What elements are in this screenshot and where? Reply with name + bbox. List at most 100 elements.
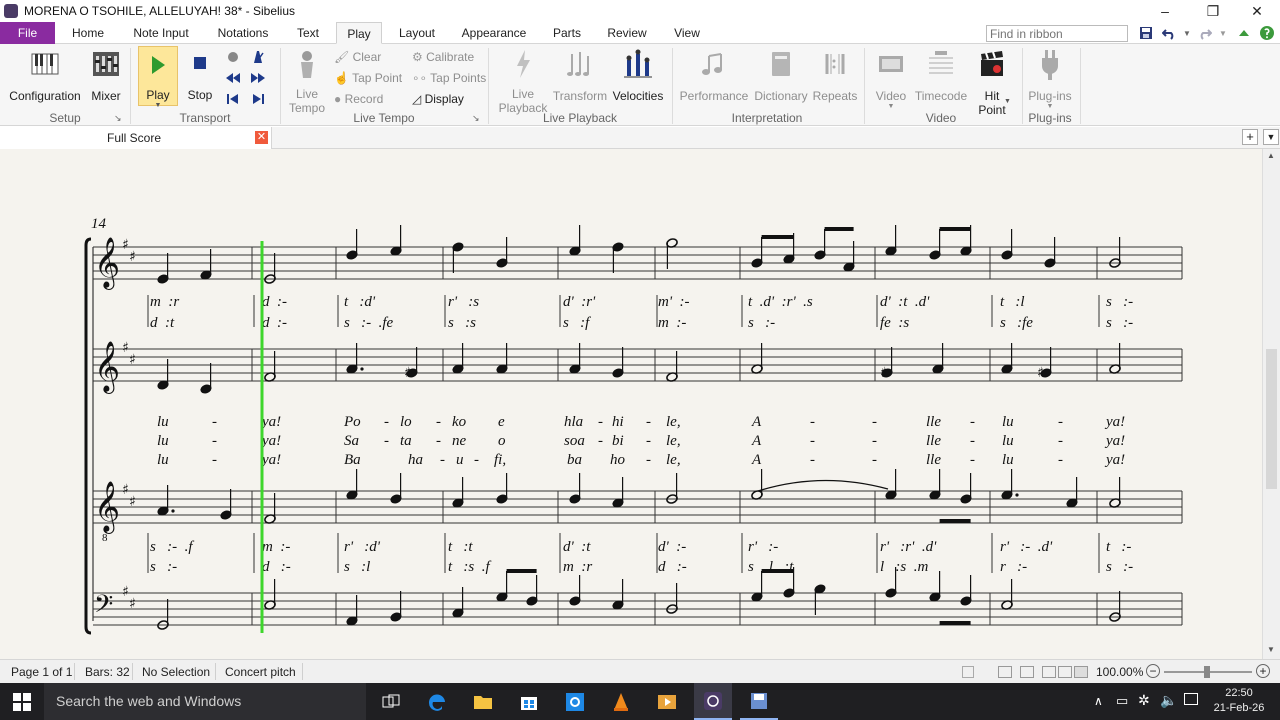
redo-icon[interactable] bbox=[1196, 24, 1214, 42]
restore-button[interactable]: ❐ bbox=[1190, 0, 1236, 22]
note[interactable] bbox=[751, 237, 763, 268]
note[interactable] bbox=[200, 363, 212, 394]
tab-appearance[interactable]: Appearance bbox=[456, 22, 532, 44]
note[interactable] bbox=[496, 571, 508, 602]
note[interactable] bbox=[885, 469, 897, 500]
network-icon[interactable]: ▭ bbox=[1116, 693, 1128, 709]
hit-point-dropdown-icon[interactable]: ▼ bbox=[1004, 98, 1011, 105]
transform-button[interactable]: Transform bbox=[552, 48, 608, 103]
note[interactable] bbox=[569, 575, 581, 606]
mixer-button[interactable]: Mixer bbox=[88, 48, 124, 103]
view-mode-icon[interactable] bbox=[962, 666, 974, 678]
go-to-end-icon[interactable] bbox=[250, 91, 266, 107]
repeats-button[interactable]: Repeats bbox=[812, 48, 858, 103]
concert-pitch-toggle[interactable]: Concert pitch bbox=[225, 665, 296, 679]
grid-view-icon[interactable] bbox=[1042, 666, 1056, 678]
video-button[interactable]: Video ▼ bbox=[870, 48, 912, 110]
stop-button[interactable]: Stop bbox=[184, 48, 216, 102]
help-icon[interactable] bbox=[1258, 24, 1276, 42]
note[interactable] bbox=[157, 485, 175, 516]
note[interactable] bbox=[452, 587, 464, 618]
store-icon[interactable] bbox=[518, 691, 540, 713]
note[interactable] bbox=[929, 229, 941, 260]
plugins-button[interactable]: Plug-ins ▼ bbox=[1026, 48, 1074, 110]
tab-review[interactable]: Review bbox=[602, 22, 652, 44]
tab-notations[interactable]: Notations bbox=[208, 22, 278, 44]
note[interactable] bbox=[390, 473, 402, 504]
note[interactable] bbox=[932, 343, 944, 374]
note[interactable] bbox=[929, 469, 941, 500]
fast-forward-icon[interactable] bbox=[250, 70, 266, 86]
volume-icon[interactable]: 🔈 bbox=[1160, 692, 1177, 709]
note[interactable] bbox=[452, 477, 464, 508]
spreads-view-icon[interactable] bbox=[1020, 666, 1034, 678]
score-view[interactable]: 14 𝄞 𝄞 𝄞 8 𝄢 ♯ ♯ ♯ ♯ ♯ ♯ ♯ ♯ ♯ ♯ ♯ m :r d :… bbox=[0, 149, 1262, 659]
note[interactable] bbox=[1109, 343, 1121, 374]
setup-dialog-launcher-icon[interactable]: ↘ bbox=[114, 113, 122, 124]
note[interactable] bbox=[390, 225, 402, 256]
note[interactable] bbox=[346, 595, 358, 626]
note[interactable] bbox=[200, 249, 212, 280]
note[interactable] bbox=[452, 343, 464, 374]
note[interactable] bbox=[264, 253, 276, 284]
note[interactable] bbox=[496, 237, 508, 268]
note[interactable] bbox=[157, 253, 169, 284]
note[interactable] bbox=[1109, 477, 1121, 508]
ribbon-collapse-icon[interactable] bbox=[1235, 24, 1253, 42]
tab-file[interactable]: File bbox=[0, 22, 55, 44]
record-live-tempo-button[interactable]: ● Record bbox=[334, 90, 383, 108]
live-tempo-button[interactable]: Live Tempo bbox=[286, 48, 328, 115]
editor-taskbar-button[interactable] bbox=[740, 683, 778, 720]
note[interactable] bbox=[346, 343, 364, 374]
play-button[interactable]: Play ▼ bbox=[138, 46, 178, 109]
tray-chevron-icon[interactable]: ∧ bbox=[1094, 694, 1103, 708]
note[interactable] bbox=[157, 599, 169, 630]
note[interactable] bbox=[1044, 237, 1056, 268]
note[interactable] bbox=[751, 571, 763, 602]
media-player-icon[interactable] bbox=[656, 691, 678, 713]
tap-points-button[interactable]: ∘∘ Tap Points bbox=[412, 69, 486, 87]
note[interactable] bbox=[751, 343, 763, 374]
scrollbar-thumb[interactable] bbox=[1266, 349, 1277, 489]
scroll-down-icon[interactable]: ▼ bbox=[1267, 645, 1275, 654]
note[interactable] bbox=[346, 229, 358, 260]
note[interactable] bbox=[1066, 477, 1078, 508]
tab-home[interactable]: Home bbox=[62, 22, 114, 44]
note[interactable] bbox=[814, 584, 826, 615]
zoom-in-icon[interactable]: + bbox=[1256, 664, 1270, 678]
note[interactable] bbox=[1001, 343, 1013, 374]
go-to-start-icon[interactable] bbox=[225, 91, 241, 107]
dictionary-button[interactable]: Dictionary bbox=[752, 48, 810, 103]
note[interactable] bbox=[220, 489, 232, 520]
note[interactable] bbox=[1001, 469, 1019, 500]
note[interactable] bbox=[612, 477, 624, 508]
note[interactable] bbox=[612, 242, 624, 273]
note[interactable] bbox=[666, 583, 678, 614]
close-button[interactable]: ✕ bbox=[1234, 0, 1280, 22]
note[interactable] bbox=[496, 343, 508, 374]
note[interactable] bbox=[569, 343, 581, 374]
live-tempo-dialog-launcher-icon[interactable]: ↘ bbox=[472, 113, 480, 124]
vertical-scrollbar[interactable]: ▲ ▼ bbox=[1262, 149, 1280, 659]
configuration-button[interactable]: Configuration bbox=[8, 48, 82, 103]
taskbar-search-input[interactable]: Search the web and Windows bbox=[44, 683, 366, 720]
note[interactable] bbox=[452, 242, 464, 273]
note[interactable] bbox=[960, 575, 972, 606]
note[interactable] bbox=[814, 229, 826, 260]
note[interactable] bbox=[929, 571, 941, 602]
tab-note-input[interactable]: Note Input bbox=[126, 22, 196, 44]
ribbon-search-input[interactable] bbox=[986, 25, 1128, 42]
note[interactable] bbox=[1001, 579, 1013, 610]
note[interactable] bbox=[157, 359, 169, 390]
display-button[interactable]: ◿ Display bbox=[412, 90, 464, 108]
close-tab-icon[interactable]: ✕ bbox=[255, 131, 268, 144]
tab-text[interactable]: Text bbox=[288, 22, 328, 44]
hit-point-button[interactable]: Hit Point bbox=[972, 48, 1012, 117]
note[interactable] bbox=[1001, 229, 1013, 260]
note[interactable] bbox=[751, 469, 763, 500]
note[interactable] bbox=[843, 241, 855, 272]
note[interactable] bbox=[569, 473, 581, 504]
panorama-icon[interactable] bbox=[1058, 666, 1072, 678]
page-view-icon[interactable] bbox=[998, 666, 1012, 678]
action-center-icon[interactable] bbox=[1184, 693, 1198, 705]
